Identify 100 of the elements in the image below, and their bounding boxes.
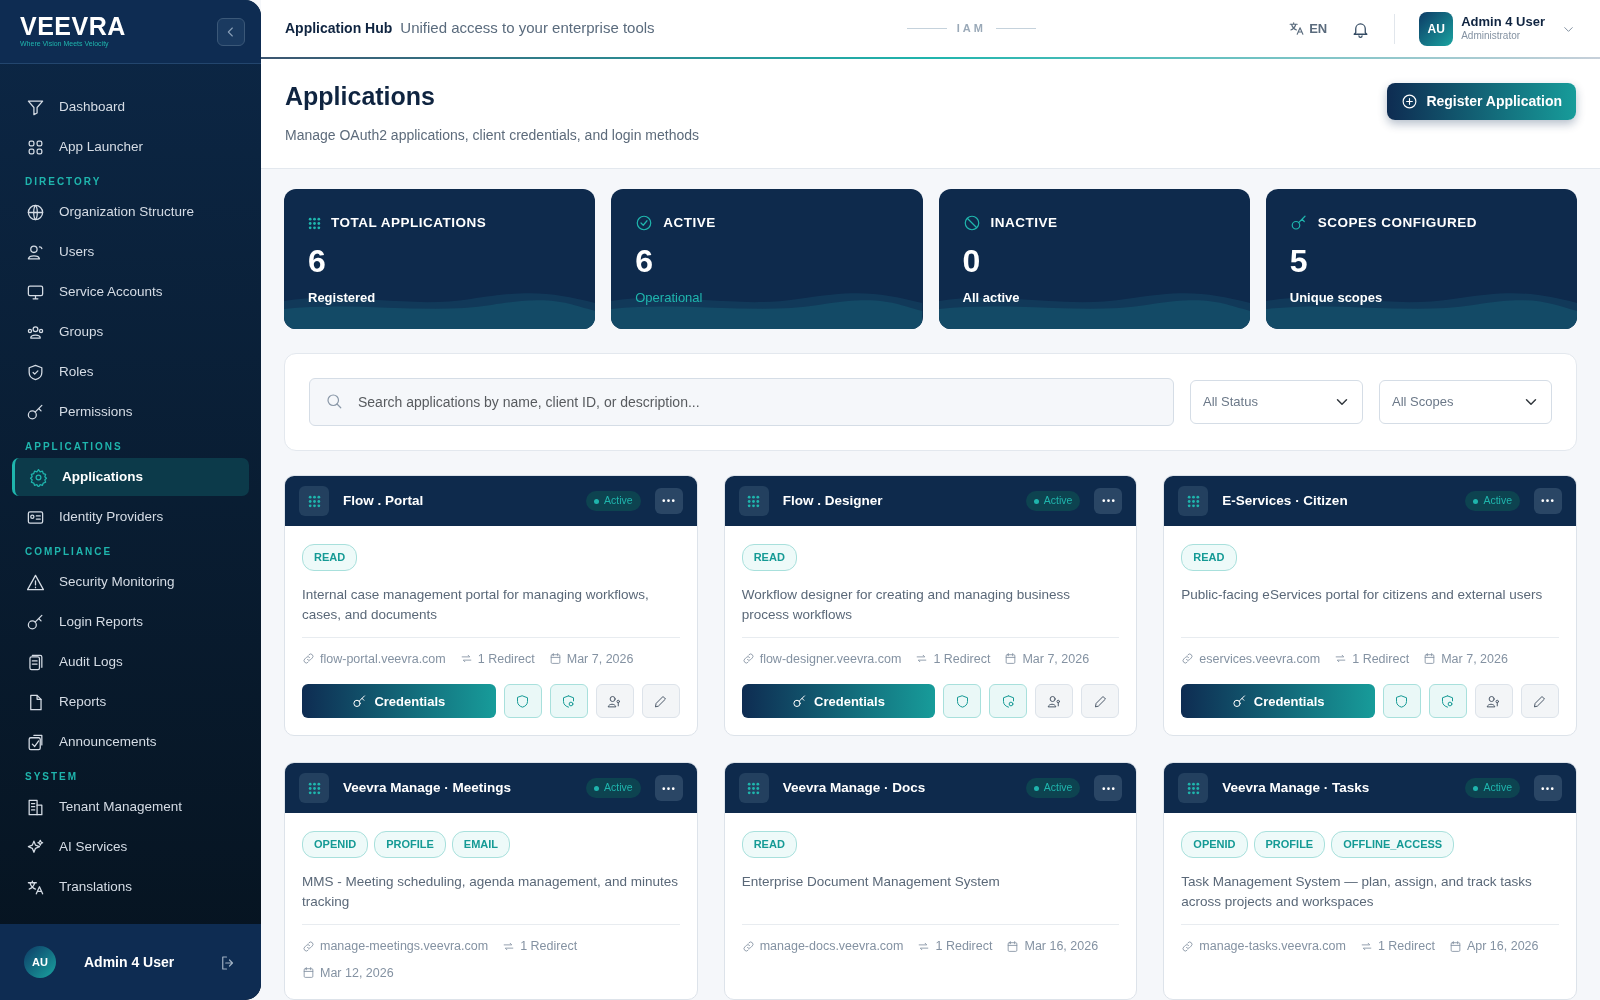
app-name: Veevra Manage · Docs <box>782 779 927 798</box>
app-title: Application Hub <box>285 19 393 38</box>
calendar-icon <box>1448 939 1462 953</box>
stat-label: INACTIVE <box>990 214 1058 232</box>
more-button[interactable] <box>654 488 683 514</box>
key-icon <box>792 693 808 709</box>
shield-button[interactable] <box>503 684 542 719</box>
sidebar-item[interactable]: Reports <box>12 683 249 721</box>
stat-label: TOTAL APPLICATIONS <box>331 214 487 232</box>
shield-button[interactable] <box>1383 684 1421 719</box>
created-date: Mar 12, 2026 <box>320 964 394 982</box>
shield-button[interactable] <box>943 684 982 719</box>
app-icon <box>747 494 761 508</box>
more-button[interactable] <box>1534 775 1562 802</box>
user-access-button[interactable] <box>1475 684 1513 719</box>
sidebar-item[interactable]: Security Monitoring <box>12 563 249 601</box>
ellipsis-icon <box>1101 499 1115 503</box>
section-label: IAM <box>956 21 986 37</box>
link-icon <box>741 652 755 666</box>
created-date: Mar 7, 2026 <box>1022 650 1090 668</box>
user-access-button[interactable] <box>1035 684 1074 719</box>
redirect-count: 1 Redirect <box>1377 937 1435 955</box>
sidebar-item[interactable]: Identity Providers <box>12 498 249 536</box>
scope-tag: OFFLINE_ACCESS <box>1331 831 1455 858</box>
status-badge: Active <box>1025 778 1081 799</box>
search-icon <box>325 392 343 410</box>
ellipsis-icon <box>662 786 676 790</box>
credentials-button[interactable]: Credentials <box>1181 684 1375 719</box>
app-subtitle: Unified access to your enterprise tools <box>400 18 655 39</box>
shield-check-icon <box>26 362 45 382</box>
app-url: manage-meetings.veevra.com <box>320 937 489 955</box>
grid-icon <box>308 216 321 230</box>
logo-text: VEEVRA <box>20 13 126 39</box>
sidebar-item[interactable]: Users <box>12 233 249 271</box>
redirect-count: 1 Redirect <box>933 650 991 668</box>
shield-settings-button[interactable] <box>549 684 588 719</box>
sidebar-item[interactable]: Permissions <box>12 393 249 431</box>
calendar-icon <box>1006 939 1020 953</box>
shield-settings-button[interactable] <box>989 684 1028 719</box>
edit-button[interactable] <box>1521 684 1559 719</box>
calendar-icon <box>548 652 562 666</box>
scope-tag: READ <box>302 544 358 571</box>
edit-button[interactable] <box>641 684 680 719</box>
filter-dropdown[interactable]: All Status <box>1190 380 1363 424</box>
more-button[interactable] <box>1094 775 1123 802</box>
search-field[interactable]: Search applications by name, client ID, or description... <box>309 378 1174 426</box>
stat-caption: Operational <box>635 289 703 308</box>
more-button[interactable] <box>1094 488 1123 514</box>
sidebar-item[interactable]: Translations <box>12 868 249 906</box>
sidebar-item[interactable]: Groups <box>12 313 249 351</box>
credentials-button[interactable]: Credentials <box>302 684 496 719</box>
sidebar-item[interactable]: Roles <box>12 353 249 391</box>
link-icon <box>741 939 755 953</box>
translate-icon <box>1288 20 1306 37</box>
collapse-button[interactable] <box>217 17 245 46</box>
credentials-button[interactable]: Credentials <box>741 684 936 719</box>
link-icon <box>302 939 315 953</box>
register-application-button[interactable]: Register Application <box>1387 83 1576 120</box>
app-icon <box>1186 494 1200 508</box>
ellipsis-icon <box>1101 786 1115 790</box>
globe-icon <box>26 202 45 222</box>
app-url: eservices.veevra.com <box>1199 650 1321 668</box>
app-icon <box>747 781 761 795</box>
user-avatar: AU <box>1419 11 1454 46</box>
pencil-icon <box>1092 693 1108 709</box>
sidebar-item[interactable]: Dashboard <box>12 88 249 126</box>
language-button[interactable]: EN <box>1288 18 1328 39</box>
filter-dropdown[interactable]: All Scopes <box>1379 380 1552 424</box>
more-button[interactable] <box>1534 488 1562 514</box>
stat-caption: Unique scopes <box>1289 289 1383 308</box>
link-icon <box>1181 652 1195 666</box>
user-avatar: AU <box>24 946 56 978</box>
status-badge: Active <box>1025 491 1081 511</box>
link-icon <box>302 652 315 666</box>
sidebar-item[interactable]: AI Services <box>12 828 249 866</box>
app-name: E-Services · Citizen <box>1222 491 1349 510</box>
redirect-count: 1 Redirect <box>477 650 535 668</box>
sidebar-item[interactable]: Tenant Management <box>12 788 249 826</box>
more-button[interactable] <box>654 775 683 802</box>
section-heading: COMPLIANCE <box>24 545 114 559</box>
status-badge: Active <box>1465 491 1520 511</box>
sidebar-item[interactable]: Applications <box>12 458 249 496</box>
created-date: Mar 7, 2026 <box>1441 650 1508 668</box>
sidebar-item[interactable]: App Launcher <box>12 128 249 166</box>
scope-tag: PROFILE <box>374 831 446 858</box>
user-access-button[interactable] <box>595 684 634 719</box>
stat-value: 0 <box>962 245 981 278</box>
sidebar-item[interactable]: Audit Logs <box>12 643 249 681</box>
scope-tag: OPENID <box>1181 831 1248 858</box>
pencil-icon <box>1532 693 1548 709</box>
sidebar-item[interactable]: Service Accounts <box>12 273 249 311</box>
building-icon <box>26 797 45 817</box>
user-role: Administrator <box>1461 30 1522 43</box>
shield-settings-button[interactable] <box>1429 684 1467 719</box>
shield-gear-icon <box>1440 693 1456 709</box>
sidebar-item[interactable]: Login Reports <box>12 603 249 641</box>
edit-button[interactable] <box>1081 684 1120 719</box>
sidebar-item[interactable]: Organization Structure <box>12 193 249 231</box>
sidebar-item[interactable]: Announcements <box>12 723 249 761</box>
key-icon <box>352 693 368 709</box>
